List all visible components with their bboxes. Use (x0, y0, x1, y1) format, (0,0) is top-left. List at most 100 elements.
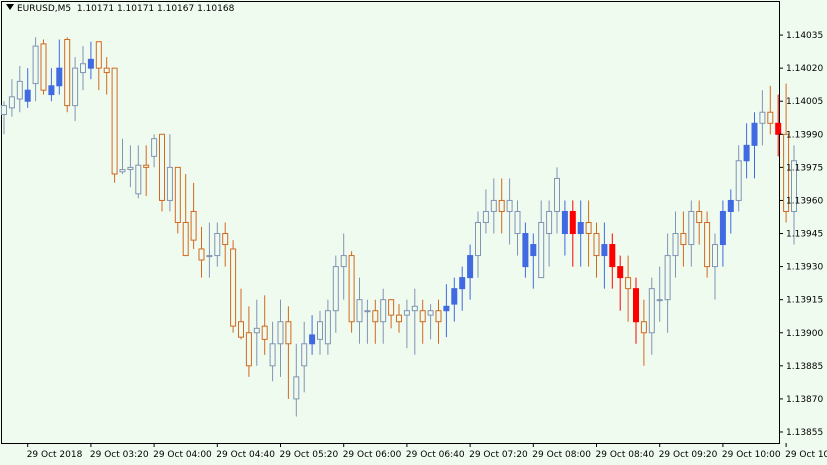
candle (238, 288, 244, 340)
candle-body (482, 210, 489, 224)
candle-body (475, 222, 481, 257)
candle (214, 222, 221, 267)
candle-body (633, 288, 639, 323)
candle-body (151, 138, 158, 157)
candle-body (775, 122, 782, 135)
candle (364, 299, 371, 344)
candle-body (664, 255, 671, 301)
candle (340, 233, 347, 300)
candle-body (601, 244, 608, 257)
candle-body (451, 288, 458, 305)
y-tick-label: 1.14005 (786, 97, 823, 107)
candle-body (348, 255, 355, 323)
candle (664, 233, 671, 333)
candle-body (672, 233, 679, 257)
candle (206, 222, 213, 278)
y-tick-label: 1.13915 (786, 296, 823, 306)
candle (230, 240, 237, 333)
chart-header: EURUSD,M5 1.10171 1.10171 1.10167 1.1016… (6, 4, 234, 14)
y-tick-label: 1.13945 (786, 230, 823, 240)
candle (593, 222, 600, 278)
candle (72, 57, 79, 122)
candle (530, 233, 537, 289)
candle-body (72, 67, 79, 107)
candle (190, 182, 197, 249)
y-tick-label: 1.13900 (786, 329, 823, 339)
candle (253, 299, 260, 366)
candle-body (522, 233, 529, 268)
x-tick-label: 29 Oct 04:40 (216, 450, 275, 460)
candle-body (403, 310, 410, 316)
candle-body (396, 314, 402, 323)
candle-body (625, 277, 632, 290)
x-tick-label: 29 Oct 07:20 (469, 450, 528, 460)
candle-body (506, 199, 513, 212)
candle-body (514, 210, 521, 235)
candle-body (87, 58, 94, 69)
candles-layer (1, 37, 797, 417)
candle-body (48, 85, 55, 96)
candle (633, 277, 639, 344)
candle (198, 226, 205, 278)
candle-body (751, 122, 758, 146)
candle-body (648, 288, 655, 334)
candle (380, 288, 387, 344)
candle (759, 90, 766, 146)
candle (419, 299, 426, 344)
candle (475, 211, 481, 278)
candle-body (617, 266, 624, 279)
candle-body (238, 321, 244, 338)
candle-body (498, 199, 505, 212)
candle-body (712, 244, 718, 268)
candle-body (585, 222, 592, 235)
candle (356, 277, 363, 344)
candle (767, 85, 774, 135)
candle (743, 123, 750, 179)
candle-body (443, 305, 450, 312)
candle (704, 211, 711, 278)
candle (285, 306, 292, 399)
candle (388, 299, 395, 329)
candle (166, 134, 173, 212)
candle-body (554, 177, 560, 212)
candle (372, 299, 379, 344)
candle-body (253, 327, 260, 334)
candle-body (388, 299, 395, 316)
candle (16, 65, 23, 113)
candle (119, 138, 126, 174)
candle (103, 57, 110, 95)
y-tick-label: 1.13855 (786, 428, 823, 438)
candle (24, 68, 31, 108)
candle (245, 306, 252, 377)
candle (293, 343, 300, 417)
candle (277, 299, 284, 377)
candle-body (24, 89, 31, 102)
candle (269, 321, 276, 382)
candle (688, 200, 695, 267)
x-tick-label: 29 Oct 05:20 (280, 450, 339, 460)
candle (174, 166, 181, 234)
x-tick-label: 29 Oct 04:00 (153, 450, 212, 460)
candle (32, 37, 39, 102)
candle (427, 304, 434, 340)
candle (8, 79, 15, 117)
candle-body (640, 321, 647, 334)
candle-body (735, 160, 742, 201)
candle-body (64, 38, 71, 107)
candle (554, 167, 560, 234)
candle (719, 200, 726, 267)
candle-body (32, 45, 39, 85)
candle (482, 189, 489, 234)
candle (87, 41, 94, 80)
candle (403, 299, 410, 349)
candle-body (182, 222, 189, 257)
candle (467, 244, 474, 300)
x-tick-label: 29 Oct 06:00 (343, 450, 402, 460)
candle (601, 222, 608, 289)
candle (56, 39, 63, 95)
candle (40, 39, 47, 95)
caret-down-icon[interactable] (6, 4, 14, 10)
candle (490, 178, 497, 234)
candle (538, 200, 545, 279)
candle (609, 233, 616, 289)
